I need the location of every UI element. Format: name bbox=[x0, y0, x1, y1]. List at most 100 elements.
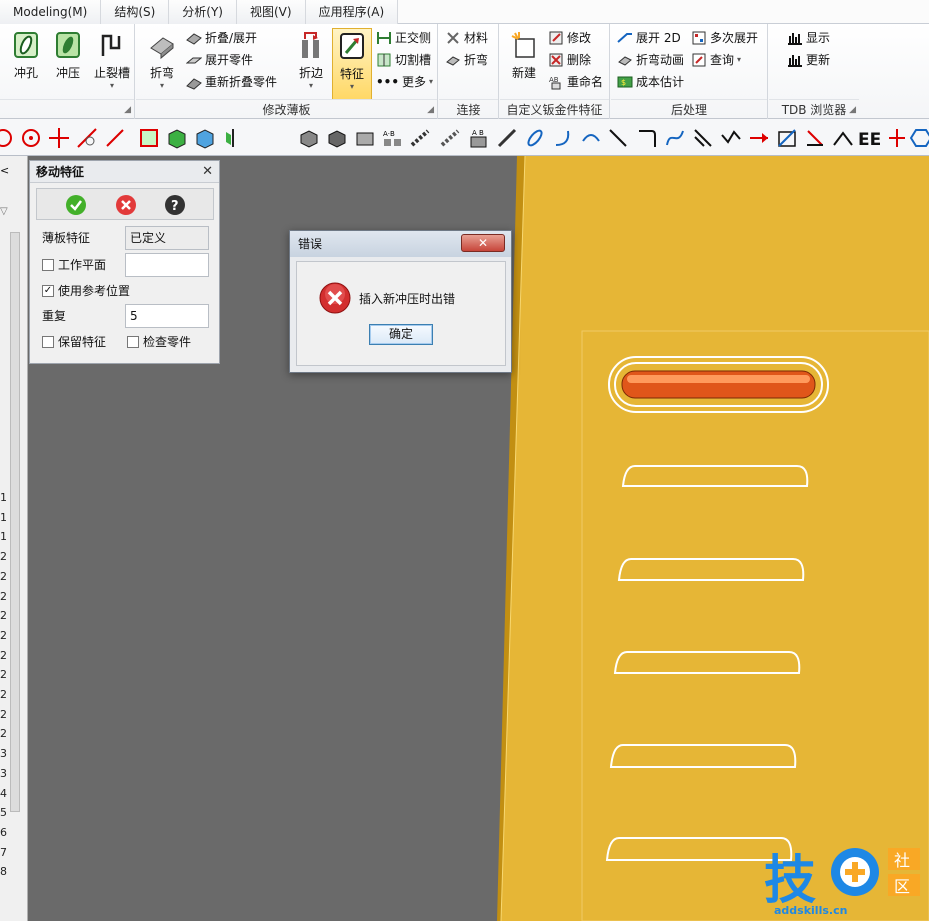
repeat-input[interactable]: 5 bbox=[125, 304, 209, 328]
query-dropdown-icon: ▾ bbox=[737, 55, 742, 64]
show-button[interactable]: 显示 bbox=[787, 28, 830, 48]
ab-box-icon[interactable]: A B bbox=[468, 127, 490, 149]
circle-center-icon[interactable] bbox=[20, 127, 42, 149]
new-icon bbox=[511, 32, 535, 58]
arc-tool-icon[interactable] bbox=[580, 127, 602, 149]
ortho-side-button[interactable]: 正交侧 bbox=[376, 28, 431, 48]
new-button[interactable]: 新建 bbox=[504, 28, 544, 94]
check-part-checkbox[interactable] bbox=[127, 336, 139, 348]
cost-estimate-icon: $ bbox=[617, 76, 633, 88]
node-icon[interactable] bbox=[832, 127, 854, 149]
menu-tab-modeling[interactable]: Modeling(M) bbox=[0, 0, 102, 24]
curve-icon[interactable] bbox=[552, 127, 574, 149]
cut-slot-button[interactable]: 切割槽 bbox=[376, 50, 431, 70]
arc-icon[interactable] bbox=[0, 127, 14, 149]
confirm-check-icon[interactable] bbox=[66, 195, 86, 215]
sheet-metal-part[interactable] bbox=[497, 156, 929, 921]
extrude-icon[interactable] bbox=[194, 127, 216, 149]
multi-unfold-button[interactable]: 多次展开 bbox=[691, 28, 758, 48]
offset-icon[interactable] bbox=[804, 127, 826, 149]
flange-dropdown-icon[interactable]: ▾ bbox=[291, 81, 331, 90]
dialog-message: 插入新冲压时出错 bbox=[359, 292, 456, 306]
tree-line-number: 4 bbox=[0, 786, 7, 800]
chevron-left-icon[interactable]: < bbox=[0, 164, 9, 177]
relief-slot-icon bbox=[101, 34, 121, 56]
arrow-line-icon[interactable] bbox=[748, 127, 770, 149]
scrollbar[interactable] bbox=[10, 232, 20, 812]
polyline-icon[interactable] bbox=[720, 127, 742, 149]
ok-button[interactable]: 确定 bbox=[369, 324, 433, 345]
rectangle-icon[interactable] bbox=[138, 127, 160, 149]
flange-button[interactable]: 折边 ▾ bbox=[291, 28, 331, 94]
group-launcher-icon[interactable]: ◢ bbox=[849, 105, 856, 115]
query-button[interactable]: 查询 ▾ bbox=[691, 50, 741, 70]
dialog-close-button[interactable]: ✕ bbox=[461, 234, 505, 252]
hexagon-icon[interactable] bbox=[910, 127, 929, 149]
group-launcher-icon[interactable]: ◢ bbox=[427, 105, 434, 115]
line-icon[interactable] bbox=[104, 127, 126, 149]
slash-box-icon[interactable] bbox=[776, 127, 798, 149]
solid-cut-icon[interactable] bbox=[326, 127, 348, 149]
more-button[interactable]: ••• 更多 ▾ bbox=[376, 72, 433, 92]
menu-tab-analysis[interactable]: 分析(Y) bbox=[169, 0, 237, 24]
stamp-button[interactable]: 冲压 bbox=[48, 28, 88, 94]
dimension-icon[interactable] bbox=[496, 127, 518, 149]
chain-icon[interactable] bbox=[410, 127, 432, 149]
use-ref-pos-row[interactable]: ✓ 使用参考位置 bbox=[42, 280, 130, 302]
mirror-icon[interactable] bbox=[222, 127, 244, 149]
delete-button[interactable]: 删除 bbox=[548, 50, 591, 70]
cancel-x-icon[interactable] bbox=[116, 195, 136, 215]
punch-hole-button[interactable]: 冲孔 bbox=[6, 28, 46, 94]
hatch-icon[interactable] bbox=[692, 127, 714, 149]
anchor-icon[interactable] bbox=[886, 127, 908, 149]
feature-dropdown-icon[interactable]: ▾ bbox=[333, 82, 371, 91]
help-icon[interactable]: ? bbox=[165, 195, 185, 215]
solid-icon[interactable] bbox=[298, 127, 320, 149]
text-ee-icon[interactable]: EE bbox=[858, 127, 880, 149]
cut-slot-icon bbox=[377, 53, 391, 67]
unfold-2d-button[interactable]: 展开 2D bbox=[617, 28, 681, 48]
relief-slot-dropdown-icon[interactable]: ▾ bbox=[90, 81, 134, 90]
join-bend-button[interactable]: 折弯 bbox=[445, 50, 488, 70]
ortho-side-icon bbox=[377, 32, 391, 44]
spline-icon[interactable] bbox=[664, 127, 686, 149]
shell-icon[interactable] bbox=[354, 127, 376, 149]
menu-tab-applications[interactable]: 应用程序(A) bbox=[305, 0, 399, 24]
point-icon[interactable] bbox=[48, 127, 70, 149]
feature-button[interactable]: 特征 ▾ bbox=[332, 28, 372, 100]
rename-button[interactable]: AB 重命名 bbox=[548, 72, 603, 92]
modify-button[interactable]: 修改 bbox=[548, 28, 591, 48]
keep-feature-row[interactable]: 保留特征 bbox=[42, 331, 106, 353]
keep-feature-checkbox[interactable] bbox=[42, 336, 54, 348]
check-part-row[interactable]: 检查零件 bbox=[127, 331, 191, 353]
menu-tab-structure[interactable]: 结构(S) bbox=[101, 0, 170, 24]
work-plane-row[interactable]: 工作平面 bbox=[42, 254, 106, 276]
bend-button[interactable]: 折弯 ▾ bbox=[142, 28, 182, 94]
work-plane-field[interactable] bbox=[125, 253, 209, 277]
fillet-icon[interactable] bbox=[76, 127, 98, 149]
filter-icon[interactable]: ▽ bbox=[0, 206, 8, 217]
work-plane-checkbox[interactable] bbox=[42, 259, 54, 271]
box-icon[interactable] bbox=[166, 127, 188, 149]
menu-tab-view[interactable]: 视图(V) bbox=[237, 0, 306, 24]
use-ref-pos-checkbox[interactable]: ✓ bbox=[42, 285, 54, 297]
material-button[interactable]: 材料 bbox=[445, 28, 488, 48]
trim-icon[interactable] bbox=[608, 127, 630, 149]
bend-dropdown-icon[interactable]: ▾ bbox=[142, 81, 182, 90]
unfold-part-button[interactable]: 展开零件 bbox=[186, 50, 253, 70]
fold-unfold-button[interactable]: 折叠/展开 bbox=[186, 28, 257, 48]
bend-animation-button[interactable]: 折弯动画 bbox=[617, 50, 684, 70]
group-launcher-icon[interactable]: ◢ bbox=[124, 105, 131, 115]
chain2-icon[interactable] bbox=[440, 127, 462, 149]
corner-icon[interactable] bbox=[636, 127, 658, 149]
tree-line-number: 1 bbox=[0, 491, 7, 504]
refold-part-button[interactable]: 重新折叠零件 bbox=[186, 72, 277, 92]
relief-slot-button[interactable]: 止裂槽 ▾ bbox=[90, 28, 134, 94]
update-button[interactable]: 更新 bbox=[787, 50, 830, 70]
pattern-icon[interactable]: A·B bbox=[382, 127, 404, 149]
sheet-feature-field[interactable]: 已定义 bbox=[125, 226, 209, 250]
close-icon[interactable]: ✕ bbox=[202, 164, 213, 179]
tree-line-number: 2 bbox=[0, 727, 7, 741]
link-icon[interactable] bbox=[524, 127, 546, 149]
cost-estimate-button[interactable]: $ 成本估计 bbox=[617, 72, 684, 92]
